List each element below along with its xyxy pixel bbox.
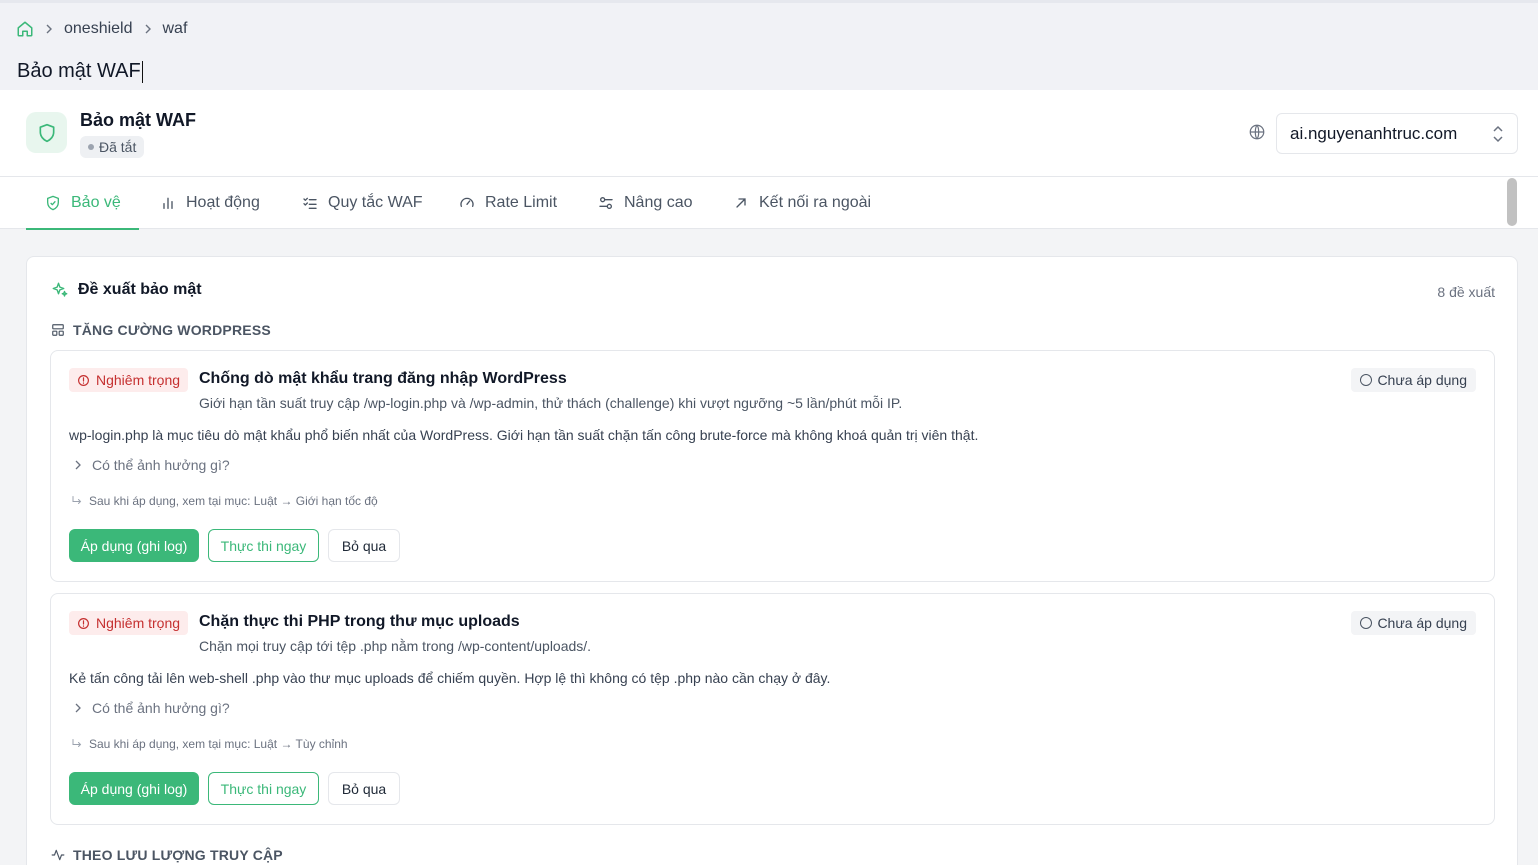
domain-select[interactable]: ai.nguyenanhtruc.com xyxy=(1276,113,1518,154)
tab-quy-tac-waf[interactable]: Quy tắc WAF xyxy=(302,177,423,229)
card-title: Chặn thực thi PHP trong thư mục uploads xyxy=(199,613,520,630)
chevron-right-icon xyxy=(73,703,83,713)
after-apply-hint: Sau khi áp dụng, xem tại mục: Luật → Tùy… xyxy=(71,737,348,751)
chevron-right-icon xyxy=(143,24,153,34)
sparkles-icon xyxy=(51,281,69,299)
impact-toggle[interactable]: Có thể ảnh hưởng gì? xyxy=(73,457,230,473)
shield-icon xyxy=(26,112,67,153)
chevron-right-icon xyxy=(44,24,54,34)
execute-now-button[interactable]: Thực thi ngay xyxy=(208,772,319,805)
tab-label: Kết nối ra ngoài xyxy=(759,194,872,211)
shield-check-icon xyxy=(45,195,61,211)
tab-label: Nâng cao xyxy=(624,194,693,211)
tab-label: Hoạt động xyxy=(186,194,260,211)
card-description: wp-login.php là mục tiêu dò mật khẩu phổ… xyxy=(69,427,979,443)
apply-status-text: Chưa áp dụng xyxy=(1377,615,1467,631)
page-title: Bảo mật WAF xyxy=(17,60,144,83)
list-check-icon xyxy=(302,195,318,211)
corner-down-right-icon xyxy=(71,738,83,750)
tab-bao-ve[interactable]: Bảo vệ xyxy=(26,177,139,230)
domain-select-value: ai.nguyenanhtruc.com xyxy=(1290,123,1458,143)
scrollbar-thumb[interactable] xyxy=(1507,178,1517,226)
waf-title: Bảo mật WAF xyxy=(80,110,197,130)
waf-header: Bảo mật WAF Đã tắt ai.nguyenanhtruc.com xyxy=(0,90,1538,177)
page-title-text: Bảo mật WAF xyxy=(17,60,141,82)
breadcrumb: oneshield waf xyxy=(16,20,187,38)
tab-nang-cao[interactable]: Nâng cao xyxy=(598,177,693,229)
recommendation-card: Nghiêm trọng Chặn thực thi PHP trong thư… xyxy=(50,593,1495,825)
sliders-icon xyxy=(598,195,614,211)
impact-toggle-label: Có thể ảnh hưởng gì? xyxy=(92,457,230,473)
after-apply-text: Sau khi áp dụng, xem tại mục: Luật → Tùy… xyxy=(89,737,348,751)
card-subtitle: Chặn mọi truy cập tới tệp .php nằm trong… xyxy=(199,638,592,654)
severity-text: Nghiêm trọng xyxy=(96,372,181,388)
circle-icon xyxy=(1360,617,1373,629)
top-divider xyxy=(0,0,1538,3)
after-apply-hint: Sau khi áp dụng, xem tại mục: Luật → Giớ… xyxy=(71,494,378,508)
tab-rate-limit[interactable]: Rate Limit xyxy=(459,177,557,229)
severity-text: Nghiêm trọng xyxy=(96,615,181,631)
text-cursor xyxy=(141,60,144,83)
apply-log-button[interactable]: Áp dụng (ghi log) xyxy=(69,529,199,562)
apply-status-text: Chưa áp dụng xyxy=(1377,372,1467,388)
tab-ket-noi-ra-ngoai[interactable]: Kết nối ra ngoài xyxy=(733,177,871,229)
impact-toggle-label: Có thể ảnh hưởng gì? xyxy=(92,700,230,716)
chevron-up-down-icon xyxy=(1491,124,1505,144)
home-icon[interactable] xyxy=(16,20,34,38)
execute-now-button[interactable]: Thực thi ngay xyxy=(208,529,319,562)
group-label-text: TĂNG CƯỜNG WORDPRESS xyxy=(73,322,271,338)
tab-bar: Bảo vệ Hoạt động Quy tắc WAF Rate Limit … xyxy=(0,177,1538,230)
impact-toggle[interactable]: Có thể ảnh hưởng gì? xyxy=(73,700,230,716)
tab-label: Rate Limit xyxy=(485,194,558,211)
activity-icon xyxy=(51,848,65,862)
recommendation-count: 8 đề xuất xyxy=(1437,284,1495,300)
arrow-up-right-icon xyxy=(733,195,749,211)
card-description: Kẻ tấn công tải lên web-shell .php vào t… xyxy=(69,670,831,686)
skip-button[interactable]: Bỏ qua xyxy=(328,529,400,562)
tab-label: Quy tắc WAF xyxy=(328,194,423,211)
alert-circle-icon xyxy=(77,617,90,630)
recommendation-card: Nghiêm trọng Chống dò mật khẩu trang đăn… xyxy=(50,350,1495,582)
severity-badge: Nghiêm trọng xyxy=(69,368,189,392)
group-label-traffic: THEO LƯU LƯỢNG TRUY CẬP xyxy=(51,847,283,863)
after-apply-text: Sau khi áp dụng, xem tại mục: Luật → Giớ… xyxy=(89,494,378,508)
tab-label: Bảo vệ xyxy=(71,194,121,211)
severity-badge: Nghiêm trọng xyxy=(69,611,189,635)
group-label-text: THEO LƯU LƯỢNG TRUY CẬP xyxy=(73,847,283,863)
card-title: Chống dò mật khẩu trang đăng nhập WordPr… xyxy=(199,370,567,387)
breadcrumb-item[interactable]: oneshield xyxy=(64,20,133,38)
apply-status-badge: Chưa áp dụng xyxy=(1351,368,1476,392)
layout-icon xyxy=(51,323,65,337)
status-badge: Đã tắt xyxy=(80,136,145,158)
status-dot xyxy=(88,144,94,150)
panel-title: Đề xuất bảo mật xyxy=(51,281,202,299)
apply-status-badge: Chưa áp dụng xyxy=(1351,611,1476,635)
apply-log-button[interactable]: Áp dụng (ghi log) xyxy=(69,772,199,805)
alert-circle-icon xyxy=(77,374,90,387)
bar-chart-icon xyxy=(160,195,176,211)
card-subtitle: Giới hạn tần suất truy cập /wp-login.php… xyxy=(199,395,903,411)
security-recommendations-panel: Đề xuất bảo mật 8 đề xuất TĂNG CƯỜNG WOR… xyxy=(26,256,1518,865)
tab-hoat-dong[interactable]: Hoạt động xyxy=(160,177,260,229)
skip-button[interactable]: Bỏ qua xyxy=(328,772,400,805)
chevron-right-icon xyxy=(73,460,83,470)
breadcrumb-item[interactable]: waf xyxy=(163,20,188,38)
group-label-wordpress: TĂNG CƯỜNG WORDPRESS xyxy=(51,322,271,338)
panel-title-text: Đề xuất bảo mật xyxy=(78,281,202,298)
globe-icon xyxy=(1248,123,1268,143)
corner-down-right-icon xyxy=(71,495,83,507)
status-text: Đã tắt xyxy=(99,139,137,155)
gauge-icon xyxy=(459,195,475,211)
top-band: oneshield waf Bảo mật WAF xyxy=(0,0,1538,90)
circle-icon xyxy=(1360,374,1373,386)
